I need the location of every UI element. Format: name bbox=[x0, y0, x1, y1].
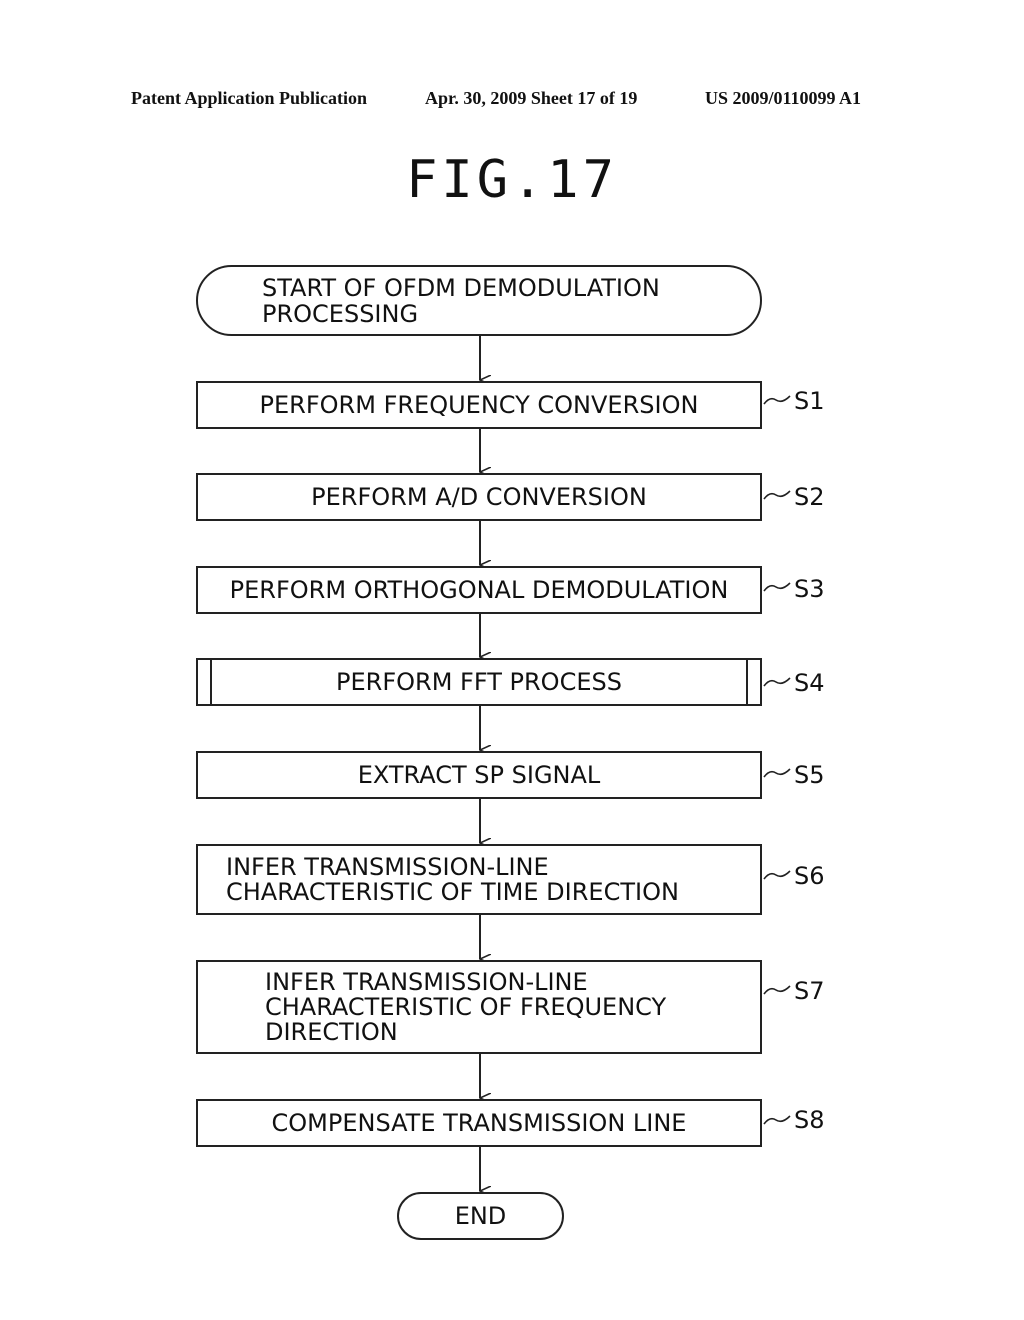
step-s2-id: S2 bbox=[794, 483, 825, 511]
step-s7-label-line1: INFER TRANSMISSION-LINE bbox=[265, 967, 588, 996]
step-s7-label-line3: DIRECTION bbox=[265, 1017, 398, 1046]
step-s7-box: INFER TRANSMISSION-LINE CHARACTERISTIC O… bbox=[196, 960, 762, 1054]
start-terminal: START OF OFDM DEMODULATION PROCESSING bbox=[196, 265, 762, 336]
leader-s5 bbox=[763, 768, 791, 778]
step-s8-id: S8 bbox=[794, 1106, 825, 1134]
leader-s7 bbox=[763, 985, 791, 995]
step-s7-label-line2: CHARACTERISTIC OF FREQUENCY bbox=[265, 992, 667, 1021]
step-s4-id: S4 bbox=[794, 669, 825, 697]
step-s8-box: COMPENSATE TRANSMISSION LINE bbox=[196, 1099, 762, 1147]
step-s7-id: S7 bbox=[794, 977, 825, 1005]
step-s6-box: INFER TRANSMISSION-LINE CHARACTERISTIC O… bbox=[196, 844, 762, 915]
step-s2-label: PERFORM A/D CONVERSION bbox=[311, 482, 647, 511]
step-s8-label: COMPENSATE TRANSMISSION LINE bbox=[271, 1108, 687, 1137]
leader-s6 bbox=[763, 870, 791, 880]
step-s1-id: S1 bbox=[794, 387, 825, 415]
leader-s2 bbox=[763, 490, 791, 500]
step-s3-box: PERFORM ORTHOGONAL DEMODULATION bbox=[196, 566, 762, 614]
step-s6-label-line2: CHARACTERISTIC OF TIME DIRECTION bbox=[226, 877, 679, 906]
step-s5-id: S5 bbox=[794, 761, 825, 789]
leader-s8 bbox=[763, 1115, 791, 1125]
step-s3-id: S3 bbox=[794, 575, 825, 603]
leader-s1 bbox=[763, 395, 791, 405]
step-s2-box: PERFORM A/D CONVERSION bbox=[196, 473, 762, 521]
leader-s3 bbox=[763, 582, 791, 592]
step-s3-label: PERFORM ORTHOGONAL DEMODULATION bbox=[229, 575, 729, 604]
start-label-line1: START OF OFDM DEMODULATION bbox=[262, 273, 660, 302]
start-label-line2: PROCESSING bbox=[262, 299, 419, 328]
predefined-process-left-bar bbox=[210, 660, 224, 704]
step-s1-label: PERFORM FREQUENCY CONVERSION bbox=[259, 390, 699, 419]
step-s4-box: PERFORM FFT PROCESS bbox=[196, 658, 762, 706]
end-label: END bbox=[454, 1201, 507, 1230]
end-terminal: END bbox=[397, 1192, 564, 1240]
step-s6-id: S6 bbox=[794, 862, 825, 890]
step-s4-label: PERFORM FFT PROCESS bbox=[336, 667, 622, 696]
step-s1-box: PERFORM FREQUENCY CONVERSION bbox=[196, 381, 762, 429]
step-s6-label-line1: INFER TRANSMISSION-LINE bbox=[226, 852, 549, 881]
leader-s4 bbox=[763, 677, 791, 687]
step-s5-label: EXTRACT SP SIGNAL bbox=[357, 760, 601, 789]
step-s5-box: EXTRACT SP SIGNAL bbox=[196, 751, 762, 799]
predefined-process-right-bar bbox=[746, 660, 748, 704]
